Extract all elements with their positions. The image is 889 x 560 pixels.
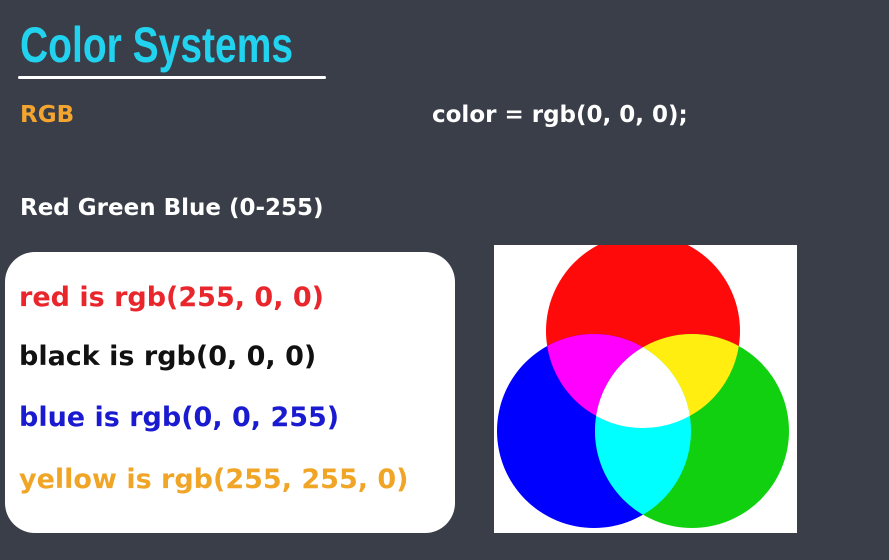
rgb-description: Red Green Blue (0-255) — [20, 195, 324, 221]
title-underline — [18, 76, 326, 79]
example-red: red is rgb(255, 0, 0) — [19, 282, 324, 313]
slide-title: Color Systems — [20, 17, 294, 73]
example-blue: blue is rgb(0, 0, 255) — [19, 402, 340, 433]
section-label-rgb: RGB — [20, 102, 75, 128]
rgb-venn-diagram — [494, 234, 797, 533]
code-example: color = rgb(0, 0, 0); — [432, 102, 688, 128]
example-yellow: yellow is rgb(255, 255, 0) — [19, 464, 409, 495]
example-black: black is rgb(0, 0, 0) — [19, 341, 317, 372]
examples-card: red is rgb(255, 0, 0) black is rgb(0, 0,… — [5, 252, 455, 533]
